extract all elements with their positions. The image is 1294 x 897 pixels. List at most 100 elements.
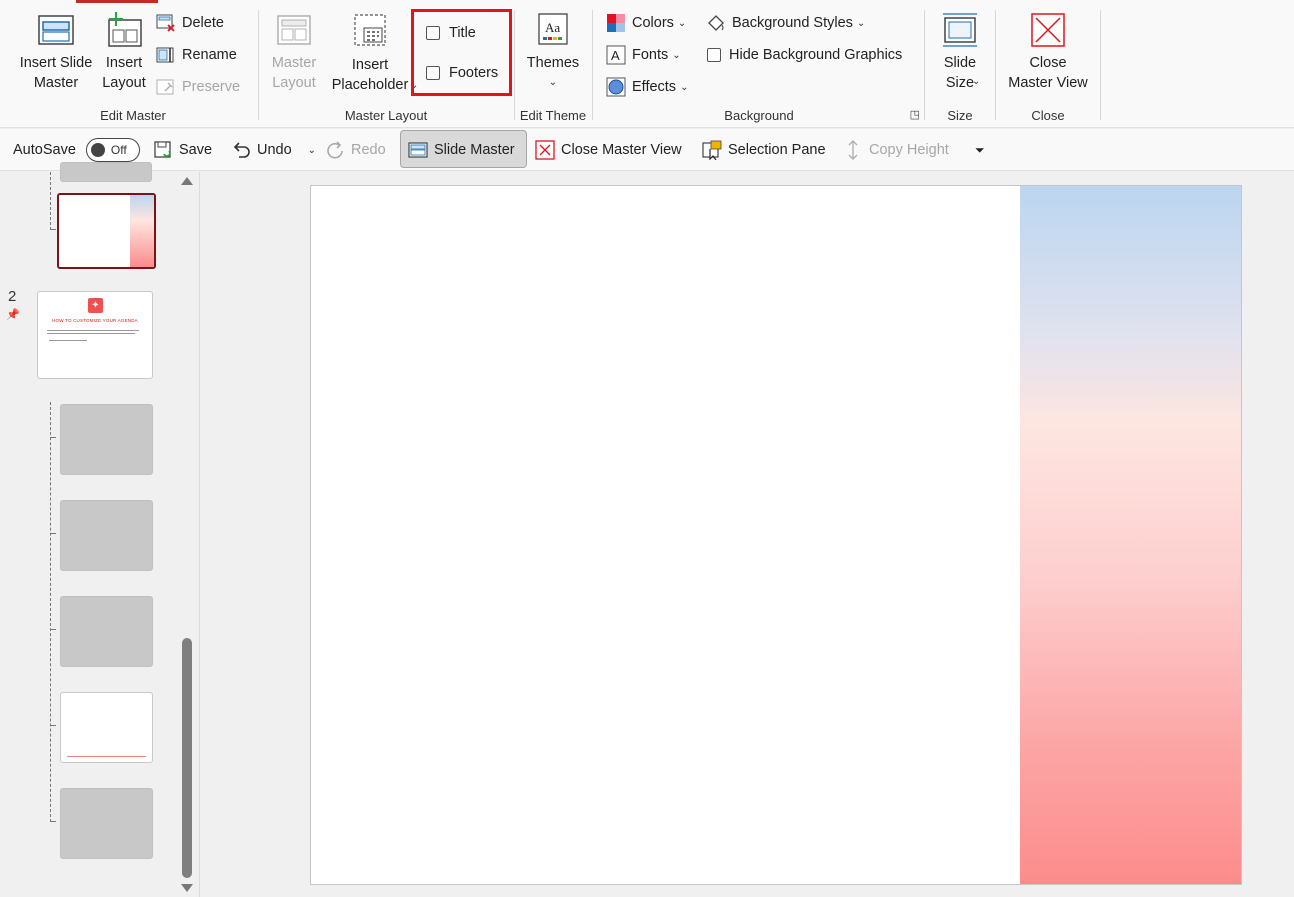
background-styles-button[interactable]: Background Styles ⌄ <box>706 11 865 35</box>
master-layout-icon <box>274 10 314 50</box>
scrollbar-thumb[interactable] <box>182 638 192 878</box>
thumb-body-line <box>47 333 135 334</box>
group-close: Close Master View Close <box>997 0 1099 126</box>
autosave-label: AutoSave <box>13 142 76 158</box>
autosave-toggle[interactable]: AutoSave Off <box>13 137 140 163</box>
close-master-view-qat-button[interactable]: Close Master View <box>535 137 682 163</box>
layout-thumbnail-partial[interactable] <box>60 162 152 182</box>
preserve-button[interactable]: Preserve <box>156 75 240 99</box>
effects-icon <box>606 77 626 97</box>
save-button[interactable]: Save <box>153 137 212 163</box>
gradient-band-shape[interactable] <box>1020 186 1241 884</box>
colors-label: Colors <box>632 15 674 31</box>
delete-label: Delete <box>182 15 224 31</box>
effects-button[interactable]: Effects ⌄ <box>606 75 688 99</box>
themes-icon: Aa <box>533 10 573 50</box>
layout-thumbnail[interactable] <box>60 692 153 763</box>
slide-size-chevron-icon[interactable]: ⌄ <box>972 76 980 87</box>
thumb-body-line <box>47 330 139 331</box>
autosave-state: Off <box>110 143 127 157</box>
group-edit-theme: Aa Themes ⌄ Edit Theme <box>516 0 590 126</box>
tree-tick <box>50 725 56 726</box>
fonts-label: Fonts <box>632 47 669 63</box>
dialog-launcher-icon[interactable]: ◳ <box>910 108 920 121</box>
save-label: Save <box>179 142 213 158</box>
master-layout-label: Master Layout <box>271 55 317 91</box>
undo-button[interactable]: Undo ⌄ <box>231 137 316 163</box>
close-icon <box>535 140 555 160</box>
separator <box>514 10 515 120</box>
colors-button[interactable]: Colors ⌄ <box>606 11 686 35</box>
slide-master-icon <box>408 140 428 160</box>
customize-dropdown-icon: ⏷ <box>975 142 985 157</box>
background-styles-label: Background Styles <box>732 15 853 31</box>
toggle-knob <box>90 143 105 157</box>
close-master-view-qat-label: Close Master View <box>561 142 682 158</box>
master-layout-group-label: Master Layout <box>344 108 428 123</box>
scroll-down-arrow-icon[interactable] <box>181 884 193 892</box>
svg-text:Aa: Aa <box>545 20 560 35</box>
edit-theme-group-label: Edit Theme <box>519 108 587 123</box>
insert-layout-button[interactable]: Insert Layout <box>96 10 152 93</box>
redo-button[interactable]: Redo <box>325 137 386 163</box>
svg-text:A: A <box>611 48 620 63</box>
effects-label: Effects <box>632 79 677 95</box>
scroll-up-arrow-icon[interactable] <box>181 177 193 185</box>
delete-button[interactable]: Delete <box>156 11 224 35</box>
slide-size-button[interactable]: Slide Size <box>930 10 990 93</box>
layout-thumbnail[interactable] <box>60 404 153 475</box>
group-background: Colors ⌄ A Fonts ⌄ Effects ⌄ Background … <box>596 0 922 126</box>
slide-master-button[interactable]: Slide Master <box>408 137 515 163</box>
layout-thumbnail-selected[interactable] <box>57 193 156 269</box>
slide-master-thumbnail[interactable]: ✦ HOW TO CUSTOMIZE YOUR AGENDA <box>37 291 153 379</box>
tree-tick <box>50 437 56 438</box>
rename-button[interactable]: Rename <box>156 43 237 67</box>
insert-placeholder-button[interactable]: Insert Placeholder <box>324 12 416 95</box>
copy-height-button[interactable]: Copy Height <box>843 137 949 163</box>
effects-chevron-icon: ⌄ <box>680 81 689 93</box>
separator <box>258 10 259 120</box>
close-master-view-label: Close Master View <box>1008 55 1088 91</box>
thumb-body-line <box>49 340 87 341</box>
separator <box>592 10 593 120</box>
group-edit-master: Insert Slide Master Insert Layout Delete… <box>8 0 258 126</box>
hide-background-graphics-label: Hide Background Graphics <box>729 47 903 63</box>
insert-slide-master-icon <box>36 10 76 50</box>
background-styles-chevron-icon: ⌄ <box>856 17 866 29</box>
separator <box>924 10 925 120</box>
copy-height-label: Copy Height <box>869 142 949 158</box>
thumb-logo-icon: ✦ <box>88 298 103 313</box>
insert-slide-master-label: Insert Slide Master <box>19 55 93 91</box>
undo-icon <box>231 140 251 160</box>
themes-button[interactable]: Aa Themes ⌄ <box>520 10 586 93</box>
insert-slide-master-button[interactable]: Insert Slide Master <box>14 10 98 93</box>
close-master-view-button[interactable]: Close Master View <box>1001 10 1095 93</box>
themes-label: Themes <box>526 55 580 71</box>
undo-dropdown-icon[interactable]: ⌄ <box>308 145 316 156</box>
layout-tree-line <box>50 402 51 822</box>
selection-pane-button[interactable]: Selection Pane <box>702 137 826 163</box>
insert-placeholder-label: Insert Placeholder <box>331 57 409 93</box>
insert-layout-label: Insert Layout <box>102 55 146 91</box>
fonts-chevron-icon: ⌄ <box>672 49 681 61</box>
fonts-button[interactable]: A Fonts ⌄ <box>606 43 681 67</box>
close-master-view-icon <box>1028 10 1068 50</box>
master-layout-button[interactable]: Master Layout <box>264 10 324 93</box>
layout-tree-line <box>50 172 51 230</box>
hide-background-graphics-checkbox[interactable]: Hide Background Graphics <box>707 43 902 67</box>
slide-size-icon <box>940 10 980 50</box>
layout-thumbnail[interactable] <box>60 788 153 859</box>
themes-chevron-icon: ⌄ <box>548 77 558 88</box>
layout-thumbnail[interactable] <box>60 500 153 571</box>
layout-thumbnail[interactable] <box>60 596 153 667</box>
hide-background-graphics-box[interactable] <box>707 48 721 62</box>
customize-toolbar-button[interactable]: ⏷ <box>975 137 985 163</box>
slide-canvas[interactable] <box>310 185 1242 885</box>
separator <box>995 10 996 120</box>
copy-height-icon <box>843 140 863 160</box>
slide-number-label: 2 <box>8 288 17 305</box>
tree-tick <box>50 229 56 230</box>
redo-label: Redo <box>351 142 386 158</box>
autosave-switch[interactable]: Off <box>85 138 140 162</box>
close-group-label: Close <box>1031 108 1065 123</box>
